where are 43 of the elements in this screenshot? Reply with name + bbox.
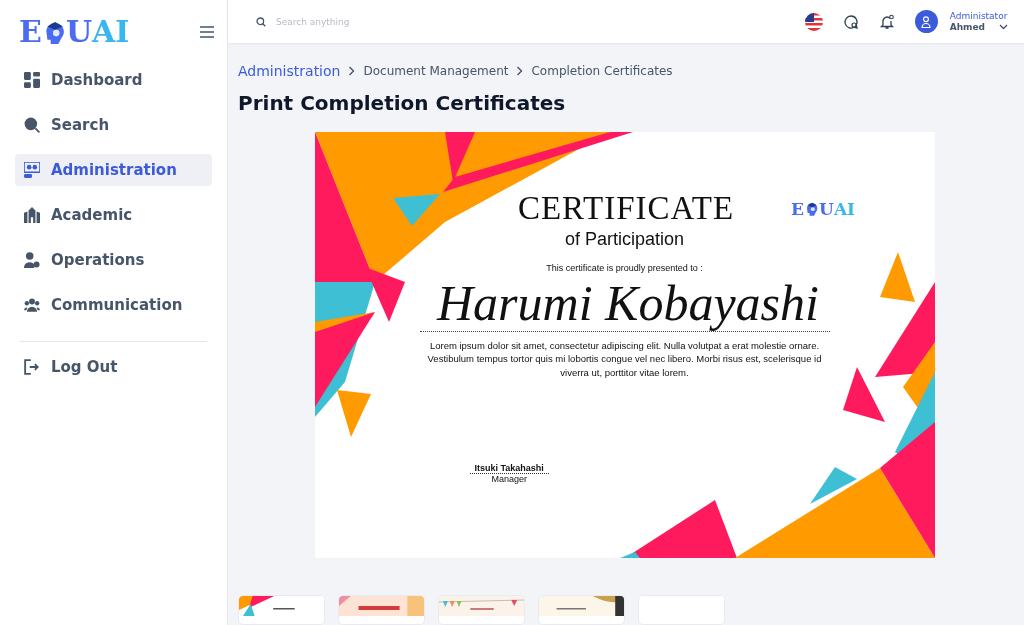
logo: E UAI	[19, 17, 130, 47]
sidebar-item[interactable]: Search	[15, 109, 212, 141]
breadcrumb-link[interactable]: Administration	[238, 63, 341, 79]
certificate-intro: This certificate is proudly presented to :	[546, 263, 703, 273]
monitor-users-icon	[24, 162, 40, 178]
users-icon	[24, 297, 40, 313]
building-icon	[24, 207, 40, 223]
recipient-name: Harumi Kobayashi	[419, 276, 830, 332]
chevron-right-icon	[516, 66, 524, 76]
sidebar-item[interactable]: Dashboard	[15, 64, 212, 96]
sidebar-item[interactable]: Operations	[15, 244, 212, 276]
search-icon	[24, 117, 40, 133]
chat-icon[interactable]	[842, 13, 859, 30]
certificate-logo: E UAI	[791, 198, 856, 219]
template-thumbnail[interactable]	[538, 595, 625, 625]
logout-link[interactable]: Log Out	[15, 351, 212, 383]
breadcrumb-item: Completion Certificates	[531, 64, 673, 78]
signer-role: Manager	[491, 474, 527, 485]
certificate-text: Lorem ipsum dolor sit amet, consectetur adipiscing elit. Nulla volutpat a erat molestie ornare. Vestibulum tempus tortor quis mi lobortis congue vel nec libero. Morbi risus est, scelerisque id viverra ut, porttitor vitae lorem.	[426, 339, 823, 380]
template-thumbnail[interactable]	[338, 595, 425, 625]
template-thumbnail[interactable]	[238, 595, 325, 625]
search-icon	[256, 16, 266, 27]
logout-icon	[24, 359, 40, 375]
menu-icon[interactable]	[200, 26, 214, 38]
breadcrumb-item: Document Management	[363, 64, 509, 78]
signer-name: Itsuki Takahashi	[469, 463, 549, 475]
template-thumbnail[interactable]	[438, 595, 525, 625]
sidebar-item[interactable]: Communication	[15, 289, 212, 321]
page-title: Print Completion Certificates	[238, 91, 567, 117]
avatar[interactable]	[914, 10, 938, 33]
chevron-right-icon	[348, 66, 356, 76]
user-name: Ahmed	[949, 21, 985, 33]
sidebar-item[interactable]: Administration	[15, 154, 212, 186]
bell-icon[interactable]	[878, 13, 895, 30]
dashboard-icon	[24, 72, 40, 88]
flag-icon[interactable]	[804, 12, 823, 31]
certificate-title: CERTIFICATE	[517, 190, 735, 227]
sidebar-item[interactable]: Academic	[15, 199, 212, 231]
user-role: Administator	[949, 10, 1008, 22]
user-gear-icon	[24, 252, 40, 268]
certificate-subtitle: of Participation	[564, 229, 685, 250]
search-field[interactable]: Search anything	[274, 15, 444, 28]
chevron-down-icon[interactable]	[999, 23, 1008, 30]
